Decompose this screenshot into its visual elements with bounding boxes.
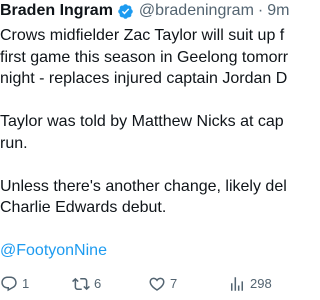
tweet-line: Crows midfielder Zac Taylor will suit up…: [0, 27, 285, 44]
tweet-line: first game this season in Geelong tomorr: [0, 48, 289, 66]
like-icon: [148, 275, 166, 293]
views-icon: [228, 275, 246, 293]
tweet-timestamp[interactable]: 9m: [267, 0, 289, 22]
tweet-line: Taylor was told by Matthew Nicks at cap: [0, 113, 284, 130]
tweet-header: Braden Ingram @bradeningram · 9m: [0, 0, 289, 22]
retweet-count: 6: [94, 276, 102, 291]
tweet-card[interactable]: Braden Ingram @bradeningram · 9m Crows m…: [0, 0, 300, 300]
reply-count: 1: [22, 276, 30, 291]
like-count: 7: [170, 276, 178, 291]
like-button[interactable]: 7: [148, 274, 177, 294]
author-handle[interactable]: @bradeningram: [139, 0, 254, 22]
tweet-line: run.: [0, 134, 28, 152]
author-display-name[interactable]: Braden Ingram: [0, 0, 113, 22]
verified-badge-icon: [117, 3, 134, 20]
retweet-button[interactable]: 6: [72, 274, 101, 294]
views-button[interactable]: 298: [228, 274, 272, 294]
reply-button[interactable]: 1: [0, 274, 29, 294]
tweet-line: night - replaces injured captain Jordan …: [0, 70, 288, 87]
mention-link[interactable]: @FootyonNine: [0, 240, 300, 262]
tweet-line: Charlie Edwards debut.: [0, 199, 167, 216]
header-separator: ·: [257, 2, 264, 19]
tweet-actions: 1 6 7 298: [0, 274, 300, 294]
retweet-icon: [72, 275, 90, 293]
reply-icon: [0, 275, 18, 293]
tweet-text: Crows midfielder Zac Taylor will suit up…: [0, 25, 300, 262]
views-count: 298: [250, 276, 272, 291]
tweet-line: Unless there's another change, likely de…: [0, 177, 287, 195]
